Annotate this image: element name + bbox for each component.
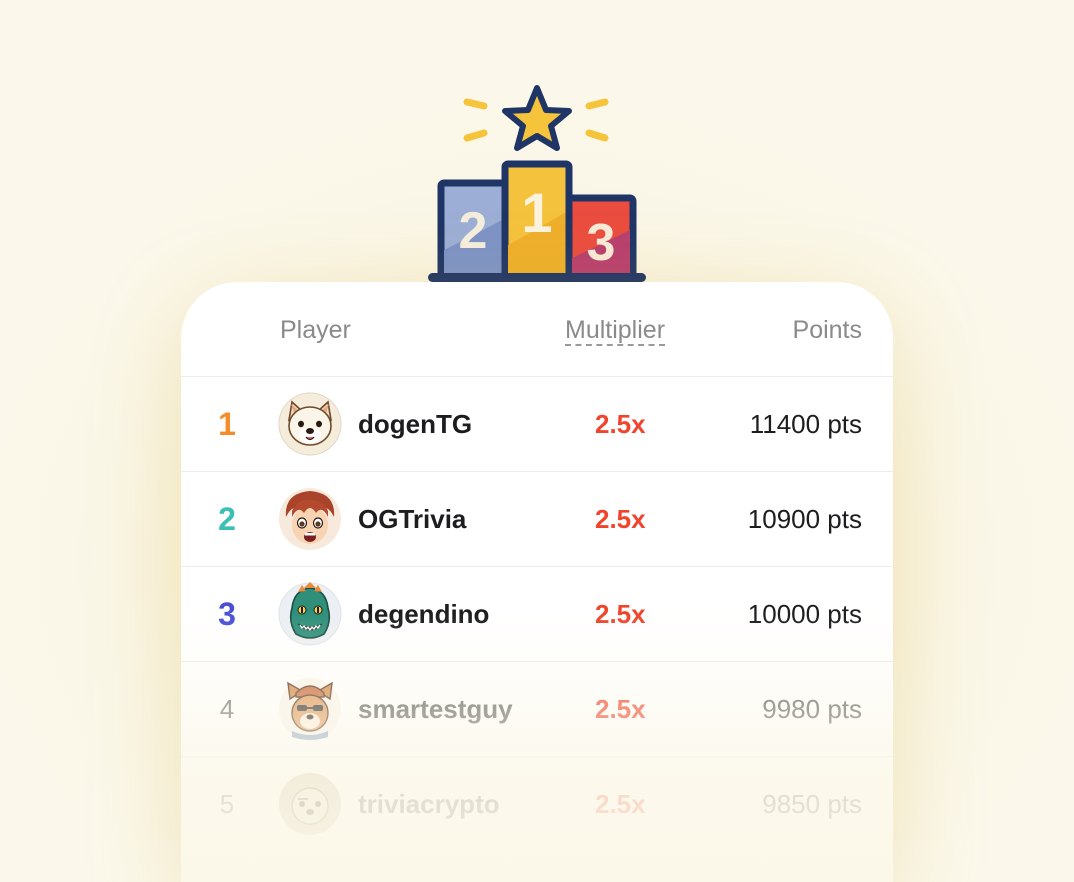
player-name: smartestguy [358,694,513,724]
leaderboard-row[interactable]: 1 dogenTG 2.5x 11400 pts [181,377,893,472]
svg-text:2: 2 [459,202,488,260]
multiplier-value: 2.5x [595,409,646,439]
points-value: 11400 pts [749,409,862,439]
points-value: 9850 pts [762,789,862,819]
points-value: 10000 pts [747,599,862,629]
column-header-multiplier[interactable]: Multiplier [565,316,666,346]
points-value: 9980 pts [762,694,862,724]
leaderboard-card: Player Multiplier Points 1 dogenTG 2.5x … [181,282,893,882]
svg-text:1: 1 [521,181,552,244]
dog-avatar [279,773,341,835]
player-name: triviacrypto [358,789,500,819]
player-name: degendino [358,599,490,629]
multiplier-value: 2.5x [595,504,646,534]
rank-number: 2 [218,501,236,537]
svg-text:3: 3 [587,214,616,272]
podium-star-icon: 2 1 3 [428,85,646,282]
rank-number: 1 [218,406,236,442]
leaderboard-header: Player Multiplier Points [181,282,893,377]
anime-boy-avatar [279,488,341,550]
multiplier-value: 2.5x [595,789,646,819]
multiplier-value: 2.5x [595,599,646,629]
leaderboard-row[interactable]: 3 degendino 2.5x 10000 pts [181,567,893,662]
multiplier-value: 2.5x [595,694,646,724]
leaderboard-row[interactable]: 5 triviacrypto 2.5x 9850 pts [181,757,893,851]
player-name: dogenTG [358,409,473,439]
leaderboard-row[interactable]: 2 OGTrivia 2.5x 10900 pts [181,472,893,567]
leaderboard-row[interactable]: 4 smartestguy 2.5x 9980 pts [181,662,893,757]
player-name: OGTrivia [358,504,467,534]
rank-number: 4 [219,694,235,724]
dog-beanie-avatar [279,678,341,740]
rank-number: 5 [219,789,235,819]
column-header-points: Points [792,316,862,344]
dino-avatar [278,582,342,646]
rank-number: 3 [218,596,236,632]
shiba-dog-avatar [278,392,342,456]
column-header-player: Player [280,316,351,344]
points-value: 10900 pts [747,504,862,534]
